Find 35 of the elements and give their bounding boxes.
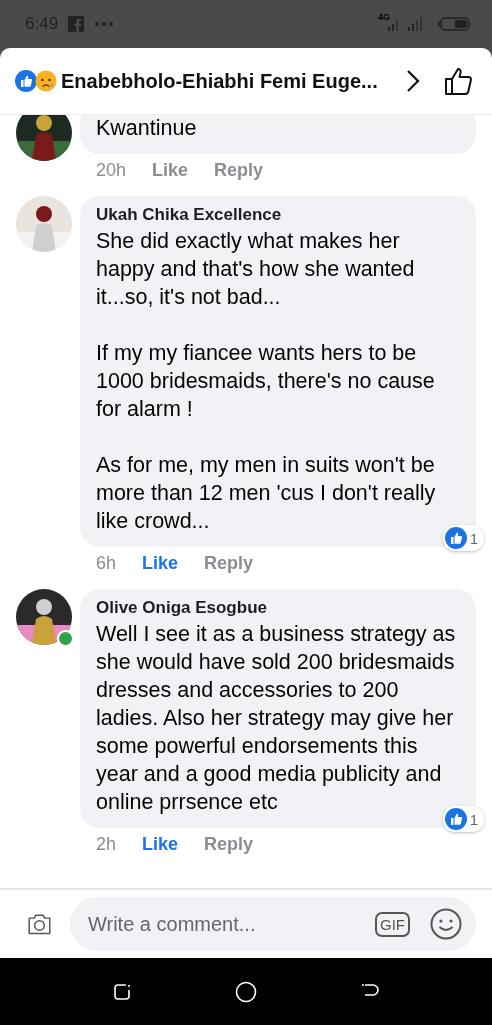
post-author-title[interactable]: Enabebholo-Ehiabhi Femi Euge... — [61, 69, 406, 93]
chevron-right-icon[interactable] — [406, 69, 420, 93]
more-icon — [94, 21, 115, 27]
comment-time: 6h — [96, 552, 117, 574]
battery-icon — [438, 17, 470, 31]
facebook-icon — [68, 16, 85, 32]
gif-button[interactable]: GIF — [375, 911, 410, 937]
home-icon[interactable] — [235, 980, 257, 1003]
comment-text: She did exactly what makes her happy and that's how she wanted it...so, it's not bad... — [96, 228, 416, 311]
sad-reaction-icon — [35, 70, 57, 92]
reply-link[interactable]: Reply — [214, 159, 264, 181]
like-reaction-icon — [15, 70, 37, 92]
reaction-number: 1 — [469, 810, 478, 828]
comment-time: 20h — [96, 159, 127, 181]
comment-text: As for me, my men in suits won't be more than 12 men 'cus I don't really like crowd... — [96, 452, 437, 535]
reaction-number: 1 — [469, 529, 478, 547]
like-reaction-icon — [444, 527, 467, 549]
comment-author[interactable]: Olive Oniga Esogbue — [96, 598, 464, 618]
like-link[interactable]: Like — [142, 833, 179, 855]
like-link[interactable]: Like — [152, 159, 189, 181]
comment-author[interactable]: Ukah Chika Excellence — [96, 205, 464, 225]
reaction-count[interactable]: 1 — [442, 806, 484, 832]
reply-link[interactable]: Reply — [204, 552, 254, 574]
comment-field[interactable]: Write a comment... GIF — [70, 897, 476, 951]
comment-time: 2h — [96, 833, 117, 855]
network-label: 4G — [378, 12, 390, 22]
like-reaction-icon — [444, 808, 467, 830]
like-link[interactable]: Like — [142, 552, 179, 574]
emoji-icon[interactable] — [430, 908, 462, 940]
reply-link[interactable]: Reply — [204, 833, 254, 855]
like-icon[interactable] — [444, 66, 474, 96]
online-status-dot — [57, 630, 74, 647]
reaction-count[interactable]: 1 — [442, 525, 484, 551]
comment-text: Kwantinue — [96, 115, 198, 142]
comment-text: If my my fiancee wants hers to be 1000 bridesmaids, there's no cause for alarm ! — [96, 340, 436, 423]
